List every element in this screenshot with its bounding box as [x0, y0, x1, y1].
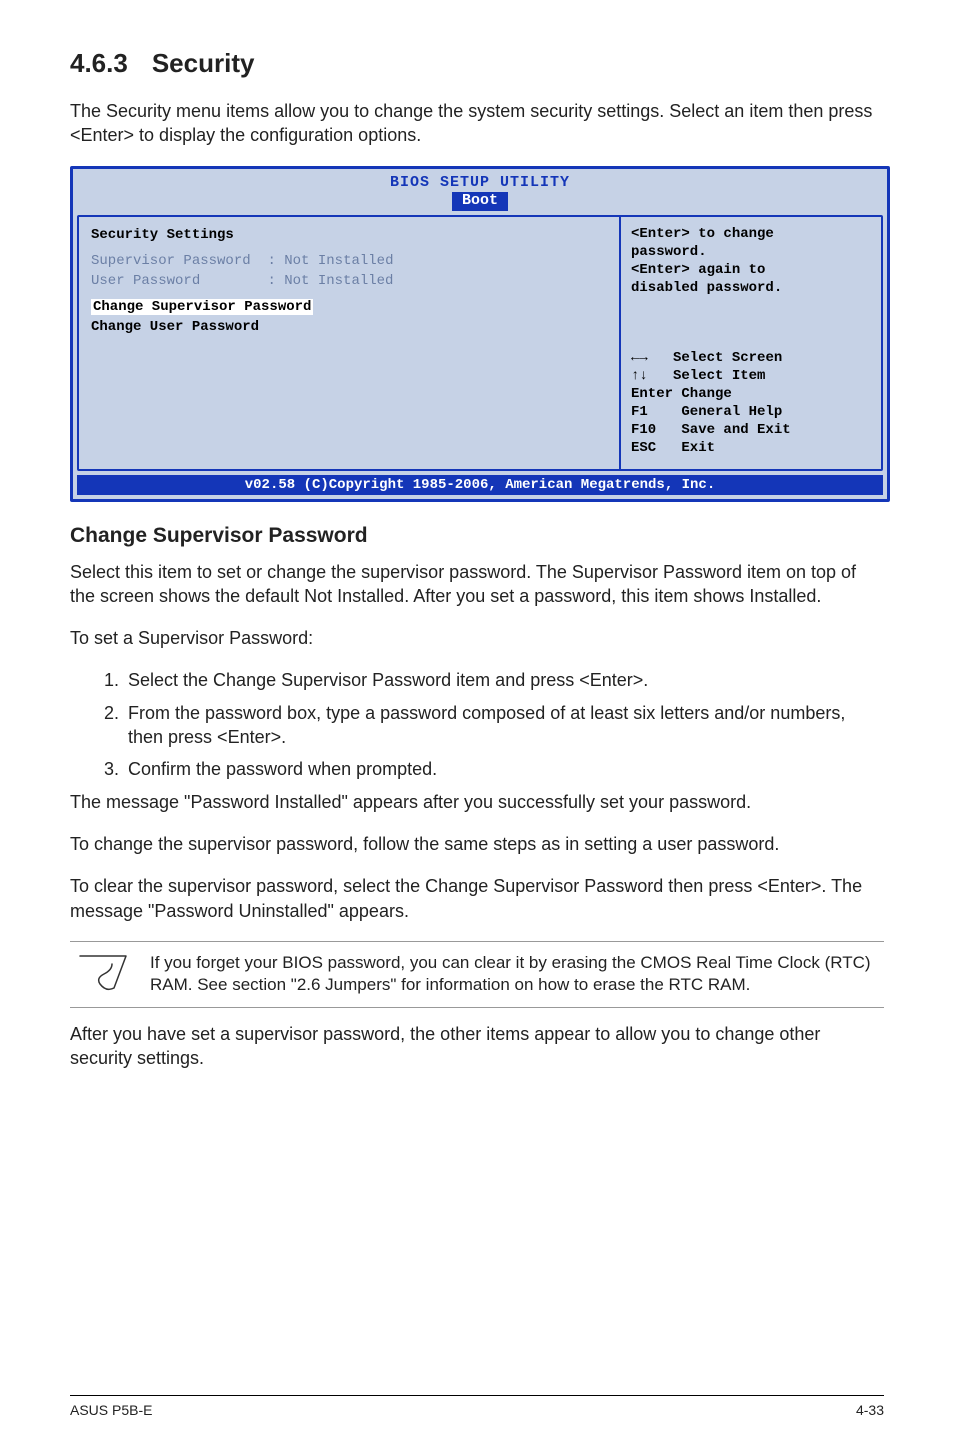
bios-help-line-1: <Enter> to change: [631, 225, 871, 243]
note-callout: If you forget your BIOS password, you ca…: [70, 941, 884, 1008]
subsection-heading: Change Supervisor Password: [70, 524, 884, 548]
paragraph-4: To change the supervisor password, follo…: [70, 832, 884, 856]
bios-copyright-bar: v02.58 (C)Copyright 1985-2006, American …: [77, 475, 883, 495]
section-heading: 4.6.3 Security: [70, 48, 884, 79]
bios-key-enter: Enter Change: [631, 385, 871, 403]
bios-supervisor-password-label: Supervisor Password: [91, 253, 251, 269]
bios-security-settings-heading: Security Settings: [91, 225, 607, 245]
page-footer: ASUS P5B-E 4-33: [70, 1395, 884, 1418]
bios-key-select-screen: ←→ Select Screen: [631, 349, 871, 367]
footer-left: ASUS P5B-E: [70, 1402, 152, 1418]
bios-help-line-3: <Enter> again to: [631, 261, 871, 279]
footer-right: 4-33: [856, 1402, 884, 1418]
paragraph-2: To set a Supervisor Password:: [70, 626, 884, 650]
note-icon: [76, 952, 130, 997]
bios-key-select-item: ↑↓ Select Item: [631, 367, 871, 385]
arrows-ud-icon: ↑↓: [631, 368, 648, 384]
steps-list: Select the Change Supervisor Password it…: [70, 668, 884, 781]
bios-key-f10: F10 Save and Exit: [631, 421, 871, 439]
bios-key-f1: F1 General Help: [631, 403, 871, 421]
section-title: Security: [152, 48, 255, 78]
paragraph-3: The message "Password Installed" appears…: [70, 790, 884, 814]
bios-key-legend: ←→ Select Screen ↑↓ Select Item Enter Ch…: [631, 349, 871, 457]
bios-key-esc: ESC Exit: [631, 439, 871, 457]
bios-user-password-row: User Password : Not Installed: [91, 271, 607, 291]
bios-help-text: <Enter> to change password. <Enter> agai…: [631, 225, 871, 297]
note-text: If you forget your BIOS password, you ca…: [150, 952, 878, 996]
spacer: [91, 337, 607, 457]
bios-screenshot: BIOS SETUP UTILITY Boot Security Setting…: [70, 166, 890, 502]
bios-supervisor-password-value: : Not Installed: [267, 253, 393, 269]
step-2: From the password box, type a password c…: [124, 701, 884, 750]
bios-right-pane: <Enter> to change password. <Enter> agai…: [619, 217, 881, 469]
bios-change-sup-row: Change Supervisor Password: [91, 297, 607, 317]
bios-tab-boot: Boot: [452, 192, 508, 211]
bios-help-line-4: disabled password.: [631, 279, 871, 297]
bios-user-password-value: : Not Installed: [267, 273, 393, 289]
bios-title-row: BIOS SETUP UTILITY Boot: [73, 169, 887, 211]
bios-change-supervisor-password: Change Supervisor Password: [91, 299, 313, 315]
step-3: Confirm the password when prompted.: [124, 757, 884, 781]
step-1: Select the Change Supervisor Password it…: [124, 668, 884, 692]
paragraph-1: Select this item to set or change the su…: [70, 560, 884, 609]
arrows-lr-icon: ←→: [631, 350, 648, 366]
page-container: 4.6.3 Security The Security menu items al…: [0, 0, 954, 1438]
bios-inner: Security Settings Supervisor Password : …: [77, 215, 883, 471]
bios-supervisor-password-row: Supervisor Password : Not Installed: [91, 251, 607, 271]
paragraph-5: To clear the supervisor password, select…: [70, 874, 884, 923]
bios-user-password-label: User Password: [91, 273, 200, 289]
bios-left-pane: Security Settings Supervisor Password : …: [79, 217, 619, 469]
bios-help-line-2: password.: [631, 243, 871, 261]
bios-title: BIOS SETUP UTILITY: [390, 174, 570, 191]
paragraph-6: After you have set a supervisor password…: [70, 1022, 884, 1071]
intro-paragraph: The Security menu items allow you to cha…: [70, 99, 884, 148]
section-number: 4.6.3: [70, 48, 128, 78]
paperclip-icon: [76, 952, 130, 992]
bios-change-user-password: Change User Password: [91, 317, 607, 337]
